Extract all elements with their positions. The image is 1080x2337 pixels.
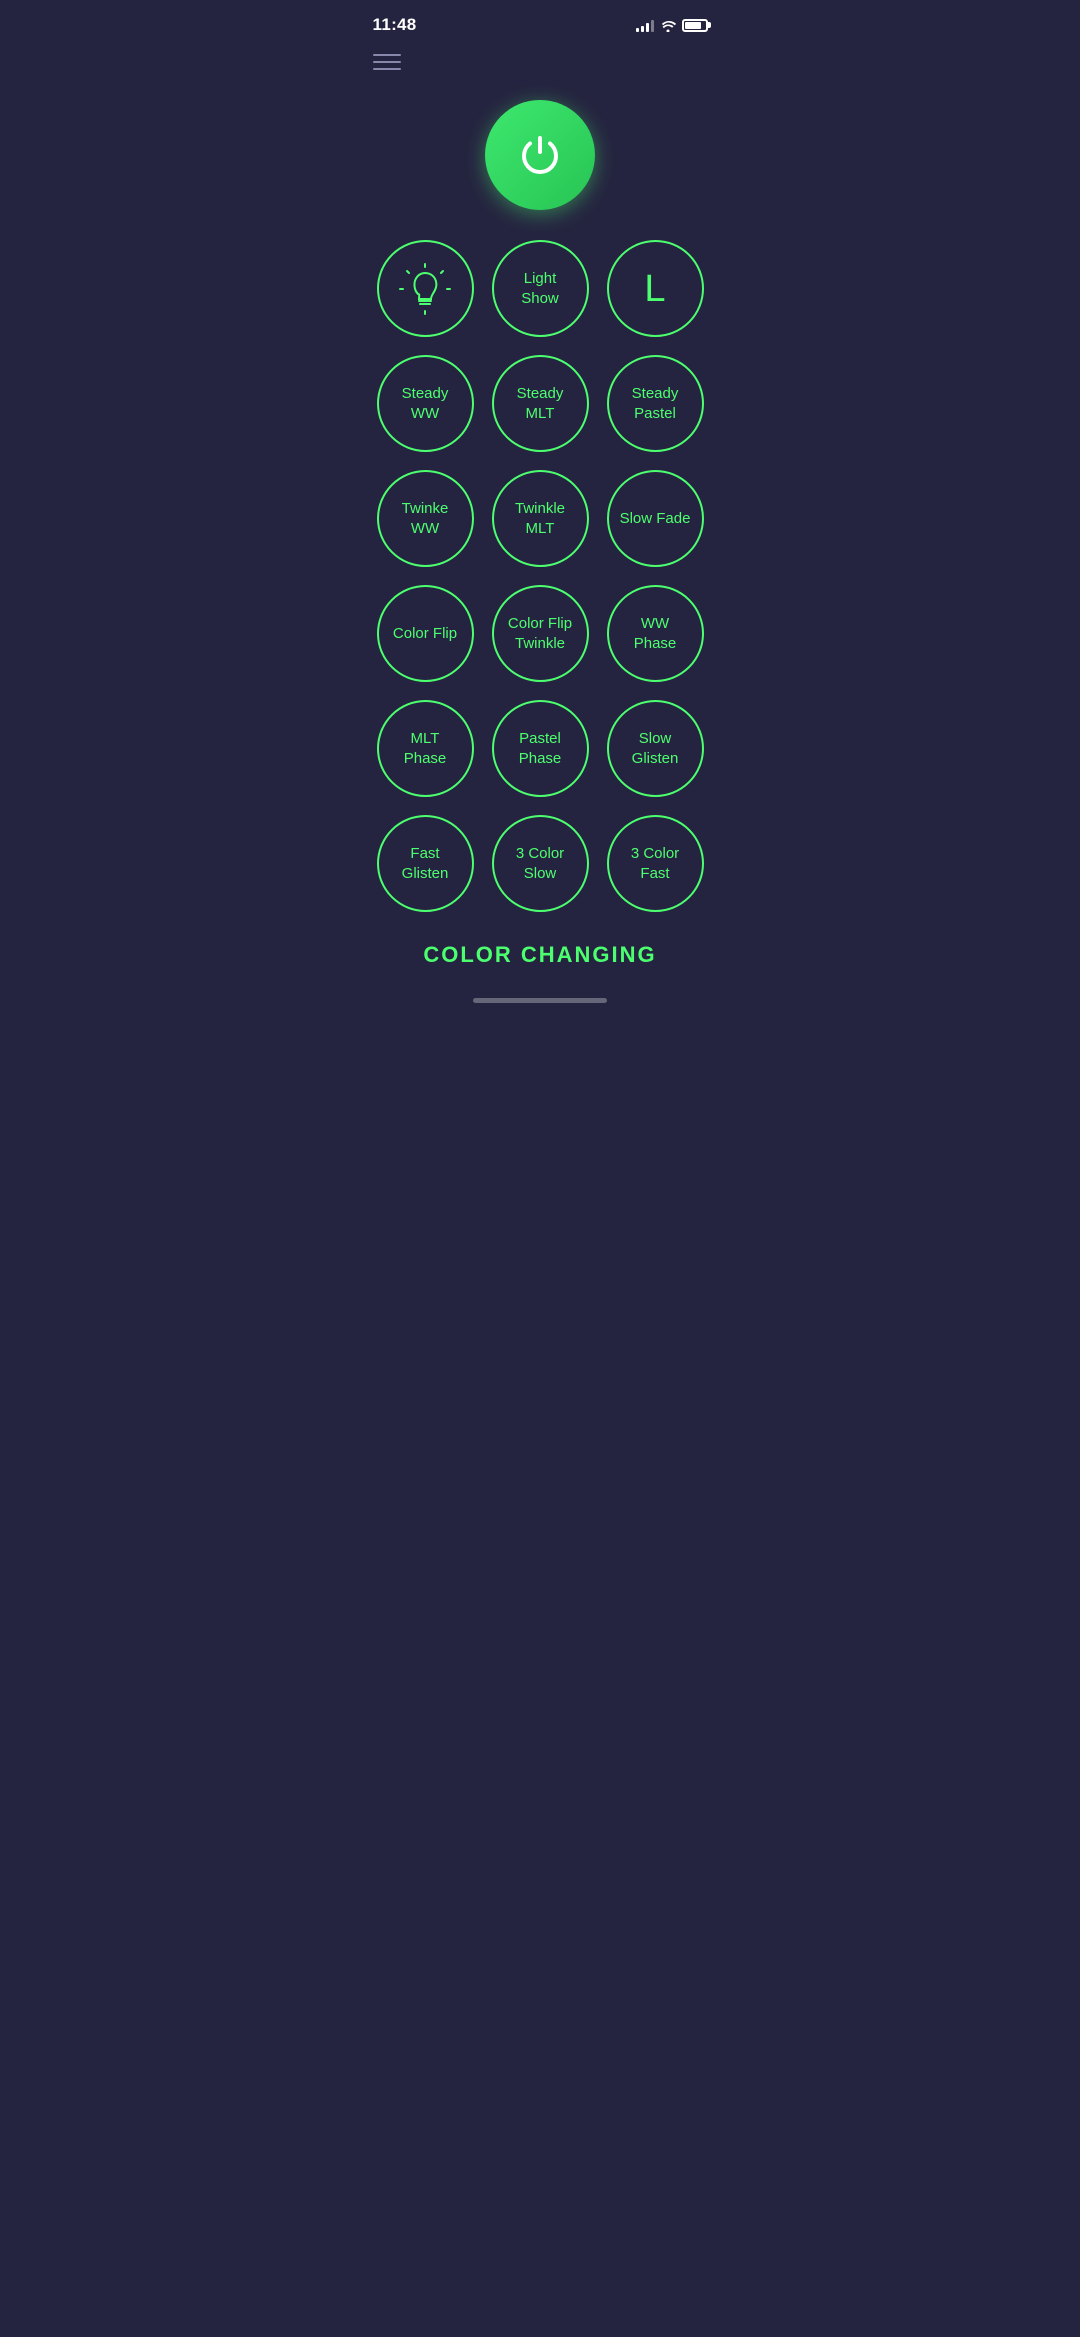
hamburger-line-3	[373, 68, 401, 70]
slow-glisten-button[interactable]: Slow Glisten	[607, 700, 704, 797]
signal-bar-1	[636, 28, 639, 32]
twinkle-ww-button[interactable]: Twinke WW	[377, 470, 474, 567]
slow-fade-button[interactable]: Slow Fade	[607, 470, 704, 567]
power-section	[353, 80, 728, 240]
buttons-grid: Light Show L Steady WW Steady MLT Steady…	[353, 240, 728, 912]
mlt-phase-button[interactable]: MLT Phase	[377, 700, 474, 797]
status-bar: 11:48	[353, 0, 728, 44]
battery-icon	[682, 19, 708, 32]
signal-bar-3	[646, 23, 649, 32]
home-indicator	[473, 998, 607, 1003]
lightbulb-button[interactable]	[377, 240, 474, 337]
footer: COLOR CHANGING	[353, 912, 728, 988]
status-time: 11:48	[373, 15, 417, 35]
3-color-fast-button[interactable]: 3 Color Fast	[607, 815, 704, 912]
twinkle-mlt-button[interactable]: Twinkle MLT	[492, 470, 589, 567]
menu-bar	[353, 44, 728, 80]
clock-button[interactable]: L	[607, 240, 704, 337]
fast-glisten-button[interactable]: Fast Glisten	[377, 815, 474, 912]
wifi-icon	[660, 19, 676, 32]
hamburger-line-2	[373, 61, 401, 63]
steady-pastel-button[interactable]: Steady Pastel	[607, 355, 704, 452]
steady-ww-button[interactable]: Steady WW	[377, 355, 474, 452]
color-flip-twinkle-button[interactable]: Color Flip Twinkle	[492, 585, 589, 682]
ww-phase-button[interactable]: WW Phase	[607, 585, 704, 682]
hamburger-menu[interactable]	[373, 54, 401, 70]
lightbulb-icon	[398, 262, 452, 316]
power-button[interactable]	[485, 100, 595, 210]
battery-fill	[685, 22, 701, 29]
footer-label: COLOR CHANGING	[423, 942, 656, 967]
3-color-slow-button[interactable]: 3 Color Slow	[492, 815, 589, 912]
color-flip-button[interactable]: Color Flip	[377, 585, 474, 682]
status-icons	[636, 18, 708, 32]
steady-mlt-button[interactable]: Steady MLT	[492, 355, 589, 452]
signal-bar-2	[641, 26, 644, 32]
pastel-phase-button[interactable]: Pastel Phase	[492, 700, 589, 797]
power-icon	[515, 130, 565, 180]
clock-L-icon: L	[644, 270, 665, 308]
hamburger-line-1	[373, 54, 401, 56]
signal-bars-icon	[636, 18, 654, 32]
light-show-button[interactable]: Light Show	[492, 240, 589, 337]
signal-bar-4	[651, 20, 654, 32]
